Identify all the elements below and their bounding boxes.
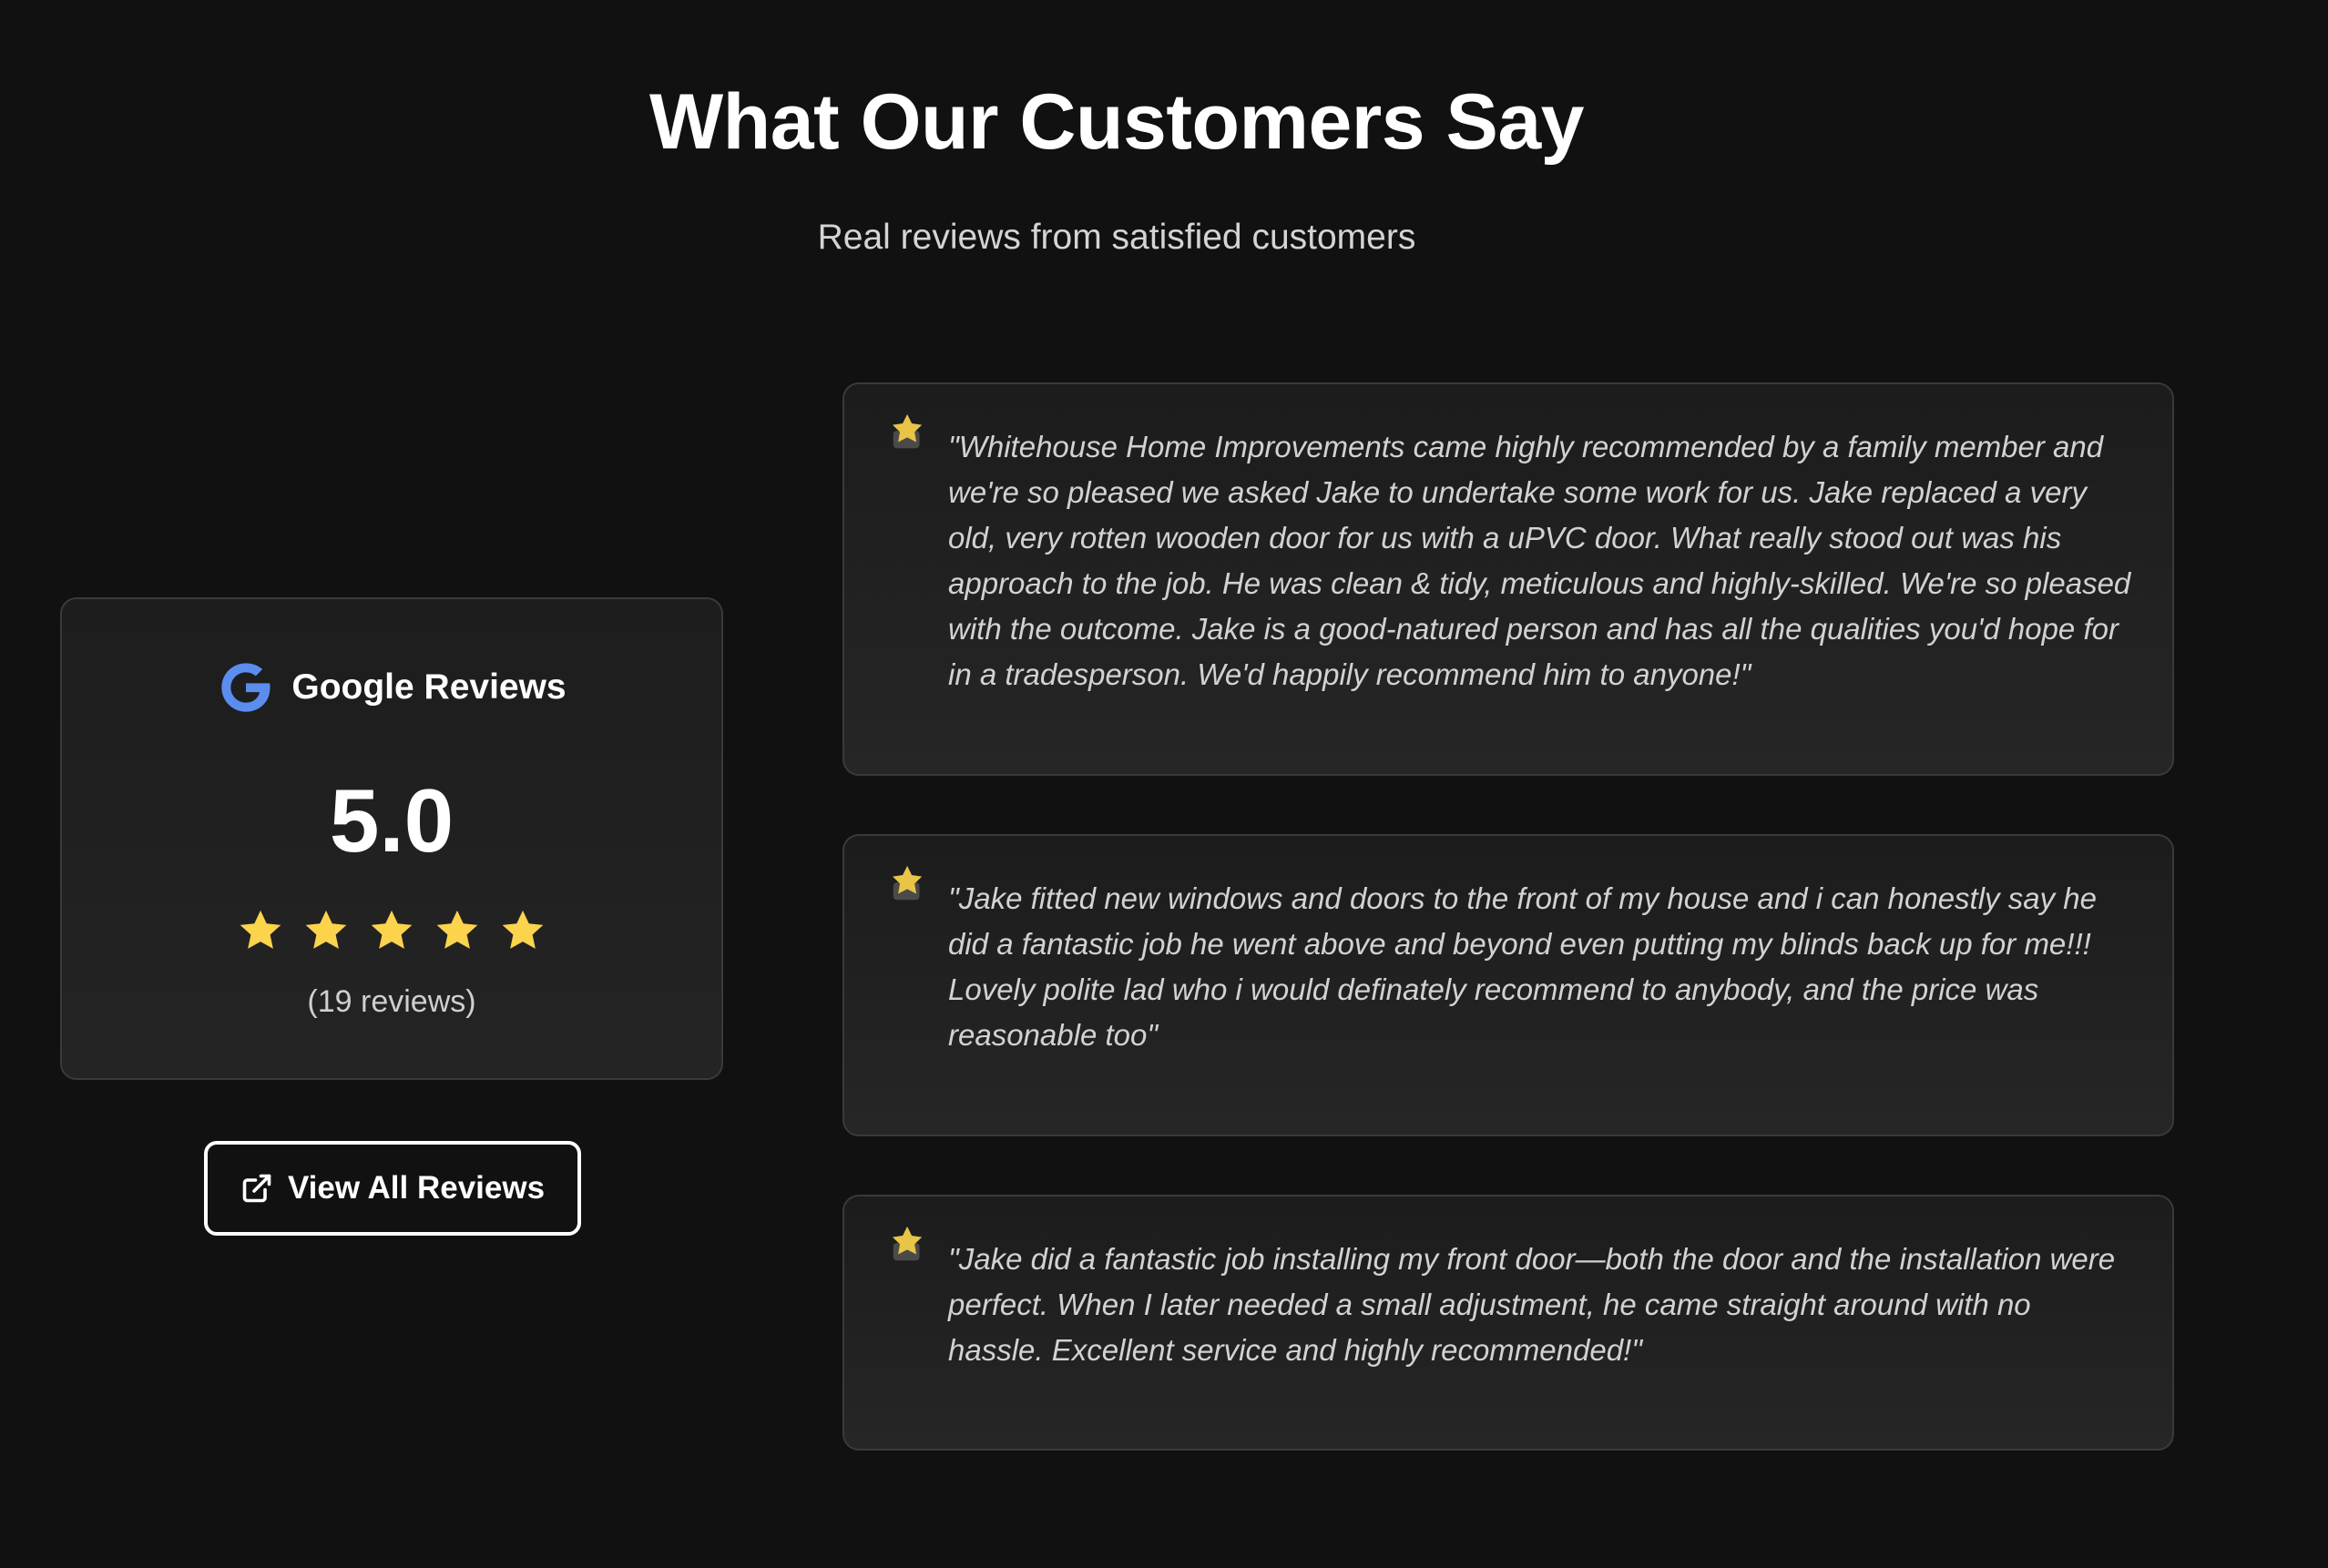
brand-label: Google Reviews bbox=[291, 667, 567, 707]
review-card: "Jake did a fantastic job installing my … bbox=[842, 1195, 2174, 1451]
review-text: "Jake fitted new windows and doors to th… bbox=[948, 881, 2097, 1052]
star-icon bbox=[368, 907, 415, 954]
star-icon bbox=[499, 907, 546, 954]
brand-row: Google Reviews bbox=[62, 656, 721, 719]
review-card: "Jake fitted new windows and doors to th… bbox=[842, 834, 2174, 1136]
view-all-reviews-label: View All Reviews bbox=[287, 1170, 546, 1206]
star-icon bbox=[888, 863, 930, 905]
star-icon bbox=[302, 907, 350, 954]
external-link-icon bbox=[240, 1172, 273, 1205]
star-icon bbox=[888, 412, 930, 453]
review-text: "Whitehouse Home Improvements came highl… bbox=[948, 430, 2131, 691]
google-g-icon bbox=[217, 658, 275, 717]
review-text: "Jake did a fantastic job installing my … bbox=[948, 1242, 2116, 1367]
star-icon bbox=[888, 1224, 930, 1266]
testimonials-section: What Our Customers Say Real reviews from… bbox=[0, 0, 2328, 1568]
google-rating-summary-card: Google Reviews 5.0 (19 reviews) bbox=[60, 597, 723, 1080]
view-all-reviews-button[interactable]: View All Reviews bbox=[204, 1141, 581, 1236]
star-rating bbox=[62, 907, 721, 954]
star-icon bbox=[237, 907, 284, 954]
review-count: (19 reviews) bbox=[307, 984, 476, 1019]
section-subtitle: Real reviews from satisfied customers bbox=[817, 218, 1416, 257]
star-icon bbox=[434, 907, 481, 954]
review-card: "Whitehouse Home Improvements came highl… bbox=[842, 382, 2174, 776]
average-rating: 5.0 bbox=[329, 770, 454, 871]
section-title: What Our Customers Say bbox=[649, 78, 1585, 166]
